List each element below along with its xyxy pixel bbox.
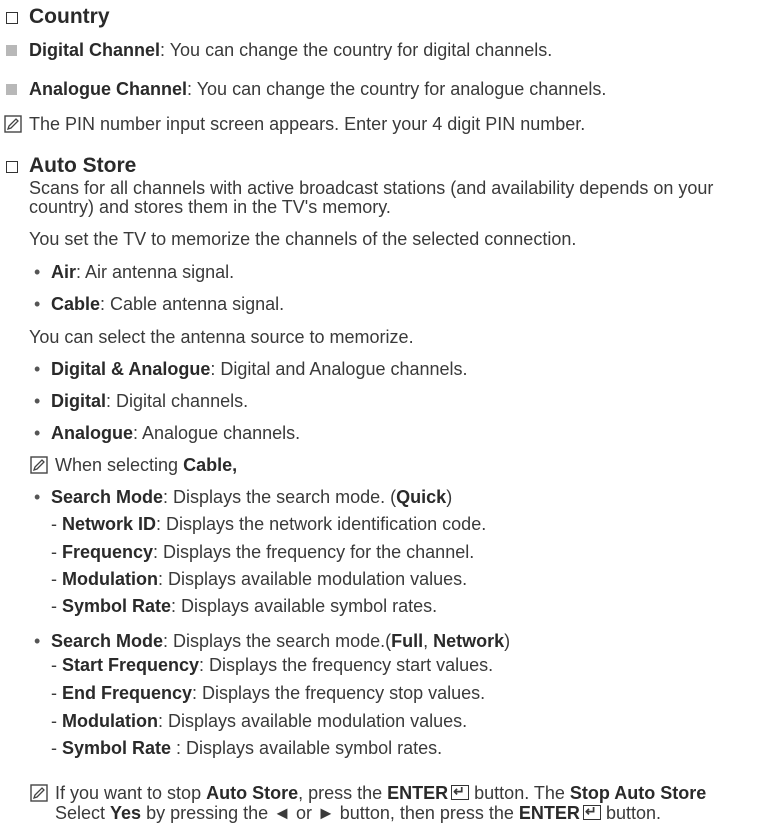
text: When selecting bbox=[55, 455, 184, 475]
term: End Frequency bbox=[62, 683, 193, 703]
term: Network ID bbox=[62, 514, 157, 534]
enter-icon bbox=[582, 801, 601, 822]
source-intro: You can select the antenna source to mem… bbox=[29, 327, 414, 347]
bullet-dot: • bbox=[34, 391, 41, 411]
desc: : You can change the country for analogu… bbox=[187, 79, 607, 99]
connection-intro: You set the TV to memorize the channels … bbox=[29, 229, 577, 249]
separator: , bbox=[423, 631, 434, 651]
sub-item: - Symbol Rate : Displays available symbo… bbox=[51, 738, 443, 758]
mode: Network bbox=[433, 631, 505, 651]
term: Air bbox=[51, 262, 77, 282]
term: Yes bbox=[110, 803, 142, 823]
checkbox-bullet-icon bbox=[6, 161, 18, 173]
stop-note-line1: If you want to stop Auto Store, press th… bbox=[55, 781, 707, 804]
source-item: Digital: Digital channels. bbox=[51, 391, 248, 412]
sub-item: - Frequency: Displays the frequency for … bbox=[51, 542, 475, 562]
desc: : Displays available modulation values. bbox=[157, 569, 468, 589]
digital-channel-item: Digital Channel: You can change the coun… bbox=[29, 40, 552, 61]
search-mode-full: Search Mode: Displays the search mode.(F… bbox=[51, 631, 510, 652]
desc: : Displays available symbol rates. bbox=[171, 596, 438, 616]
sub-item: - Modulation: Displays available modulat… bbox=[51, 569, 468, 589]
square-bullet-icon bbox=[6, 45, 17, 56]
sub-item: - Start Frequency: Displays the frequenc… bbox=[51, 655, 494, 675]
text: , press the bbox=[298, 783, 388, 803]
term: Cable bbox=[51, 294, 101, 314]
term: Analogue bbox=[51, 423, 134, 443]
desc: : Digital channels. bbox=[106, 391, 249, 411]
desc: : Displays the search mode.( bbox=[163, 631, 392, 651]
connection-item: Air: Air antenna signal. bbox=[51, 262, 234, 283]
mode: Quick bbox=[396, 487, 447, 507]
note-icon bbox=[30, 784, 48, 802]
bullet-dot: • bbox=[34, 294, 41, 314]
sub-item: - Modulation: Displays available modulat… bbox=[51, 711, 468, 731]
sub-item: - End Frequency: Displays the frequency … bbox=[51, 683, 486, 703]
term: Digital & Analogue bbox=[51, 359, 211, 379]
auto-store-description: Scans for all channels with active broad… bbox=[29, 178, 714, 198]
term: Analogue Channel bbox=[29, 79, 188, 99]
term: Stop Auto Store bbox=[569, 783, 707, 803]
analogue-channel-item: Analogue Channel: You can change the cou… bbox=[29, 79, 606, 100]
section-heading-auto-store: Auto Store bbox=[29, 154, 137, 177]
term: Symbol Rate bbox=[62, 738, 172, 758]
term: Digital bbox=[51, 391, 107, 411]
connection-item: Cable: Cable antenna signal. bbox=[51, 294, 284, 315]
sub-item: - Symbol Rate: Displays available symbol… bbox=[51, 596, 438, 616]
source-item: Analogue: Analogue channels. bbox=[51, 423, 300, 444]
desc: : Displays the frequency start values. bbox=[199, 655, 494, 675]
enter-label: ENTER bbox=[518, 803, 580, 823]
bullet-dot: • bbox=[34, 631, 41, 651]
desc: : Displays the frequency for the channel… bbox=[153, 542, 475, 562]
square-bullet-icon bbox=[6, 84, 17, 95]
cable-note: When selecting Cable, bbox=[55, 455, 237, 476]
source-item: Digital & Analogue: Digital and Analogue… bbox=[51, 359, 468, 380]
desc: : Air antenna signal. bbox=[76, 262, 235, 282]
bullet-dot: • bbox=[34, 359, 41, 379]
term: Modulation bbox=[62, 569, 158, 589]
term: Search Mode bbox=[51, 631, 164, 651]
term: Cable, bbox=[183, 455, 238, 475]
term: Start Frequency bbox=[62, 655, 200, 675]
search-mode-quick: Search Mode: Displays the search mode. (… bbox=[51, 487, 452, 508]
checkbox-bullet-icon bbox=[6, 12, 18, 24]
bullet-dot: • bbox=[34, 262, 41, 282]
text: If you want to stop bbox=[55, 783, 207, 803]
term: Frequency bbox=[62, 542, 154, 562]
text: Select bbox=[55, 803, 111, 823]
enter-icon bbox=[451, 781, 470, 802]
note-icon bbox=[30, 456, 48, 474]
section-heading-country: Country bbox=[29, 5, 110, 28]
term: Search Mode bbox=[51, 487, 164, 507]
bullet-dot: • bbox=[34, 423, 41, 443]
text: button. The bbox=[469, 783, 570, 803]
text: button. bbox=[600, 803, 661, 823]
term: Auto Store bbox=[206, 783, 299, 803]
desc: : Cable antenna signal. bbox=[100, 294, 285, 314]
term: Modulation bbox=[62, 711, 158, 731]
close: ) bbox=[446, 487, 453, 507]
term: Symbol Rate bbox=[62, 596, 172, 616]
pin-note: The PIN number input screen appears. Ent… bbox=[29, 114, 586, 134]
close: ) bbox=[504, 631, 511, 651]
desc: : Displays the network identification co… bbox=[156, 514, 487, 534]
desc: : Analogue channels. bbox=[133, 423, 301, 443]
stop-note-line2: Select Yes by pressing the ◄ or ► button… bbox=[55, 801, 661, 824]
bullet-dot: • bbox=[34, 487, 41, 507]
desc: : Displays available symbol rates. bbox=[171, 738, 443, 758]
auto-store-description: country) and stores them in the TV's mem… bbox=[29, 197, 391, 217]
note-icon bbox=[4, 115, 22, 133]
mode: Full bbox=[391, 631, 424, 651]
desc: : You can change the country for digital… bbox=[160, 40, 553, 60]
term: Digital Channel bbox=[29, 40, 161, 60]
sub-item: - Network ID: Displays the network ident… bbox=[51, 514, 487, 534]
text: by pressing the ◄ or ► button, then pres… bbox=[141, 803, 519, 823]
desc: : Displays available modulation values. bbox=[157, 711, 468, 731]
enter-label: ENTER bbox=[387, 783, 449, 803]
desc: : Displays the search mode. ( bbox=[163, 487, 397, 507]
desc: : Displays the frequency stop values. bbox=[192, 683, 486, 703]
desc: : Digital and Analogue channels. bbox=[210, 359, 468, 379]
